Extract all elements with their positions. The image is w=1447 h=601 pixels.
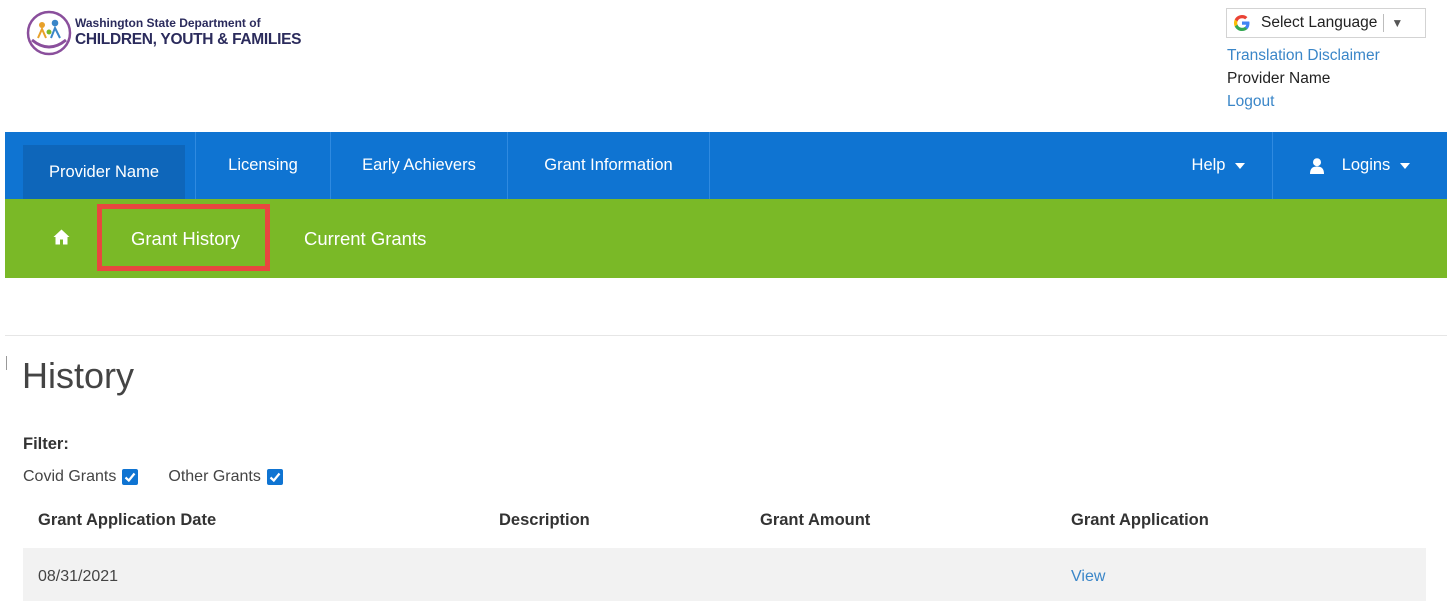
other-grants-checkbox[interactable] (266, 469, 283, 485)
covid-grants-checkbox[interactable] (122, 469, 139, 485)
language-select[interactable]: Select Language ▼ (1226, 8, 1426, 38)
language-label: Select Language (1261, 14, 1378, 31)
main-nav: Provider Name Licensing Early Achievers … (5, 132, 1447, 199)
home-icon[interactable] (53, 229, 70, 245)
table-row (23, 548, 1426, 601)
column-header-description: Description (499, 511, 590, 529)
nav-provider-name-label: Provider Name (48, 162, 160, 181)
column-header-date: Grant Application Date (38, 511, 217, 529)
nav-help-label: Help (1191, 156, 1226, 174)
logo-line2: CHILDREN, YOUTH & FAMILIES (75, 30, 302, 48)
nav-provider-name[interactable]: Provider Name (23, 145, 185, 199)
nav-logins-label: Logins (1341, 156, 1391, 174)
sub-nav: Grant History Current Grants (5, 199, 1447, 278)
nav-early-achievers-label: Early Achievers (362, 156, 476, 174)
dcyf-logo-icon (26, 10, 72, 56)
translation-disclaimer-link[interactable]: Translation Disclaimer (1227, 44, 1380, 67)
language-separator (1383, 14, 1385, 32)
other-grants-label: Other Grants (168, 468, 261, 485)
caret-down-icon (1235, 162, 1246, 169)
page-title: History (22, 355, 135, 396)
nav-grant-information-label: Grant Information (544, 156, 673, 174)
filter-row: Covid Grants Other Grants (23, 468, 313, 486)
column-header-amount: Grant Amount (760, 511, 871, 529)
grant-history-highlight (97, 204, 270, 271)
checkmark-icon (269, 472, 281, 483)
top-links: Translation Disclaimer Provider Name Log… (1227, 44, 1380, 113)
user-icon (1309, 157, 1324, 174)
view-application-link[interactable]: View (1071, 568, 1105, 586)
caret-down-icon (1400, 162, 1411, 169)
subnav-current-grants[interactable]: Current Grants (304, 199, 426, 278)
logo-line1: Washington State Department of (75, 16, 261, 31)
nav-help[interactable]: Help (1165, 132, 1273, 199)
content-divider (5, 335, 1447, 336)
column-header-application: Grant Application (1071, 511, 1209, 529)
nav-grant-information[interactable]: Grant Information (508, 132, 710, 199)
edge-mark (6, 356, 7, 370)
cell-date: 08/31/2021 (38, 568, 119, 585)
nav-early-achievers[interactable]: Early Achievers (331, 132, 508, 199)
checkmark-icon (125, 472, 136, 483)
nav-licensing[interactable]: Licensing (195, 132, 331, 199)
chevron-down-icon: ▼ (1391, 16, 1404, 30)
filter-label: Filter: (23, 435, 69, 453)
dcyf-logo[interactable]: Washington State Department of CHILDREN,… (26, 10, 301, 56)
provider-name-text: Provider Name (1227, 70, 1331, 87)
nav-logins[interactable]: Logins (1273, 132, 1447, 199)
google-icon (1234, 15, 1250, 31)
logout-link[interactable]: Logout (1227, 90, 1380, 113)
covid-grants-label: Covid Grants (23, 468, 117, 485)
nav-licensing-label: Licensing (228, 156, 298, 174)
subnav-current-grants-label: Current Grants (304, 227, 427, 249)
